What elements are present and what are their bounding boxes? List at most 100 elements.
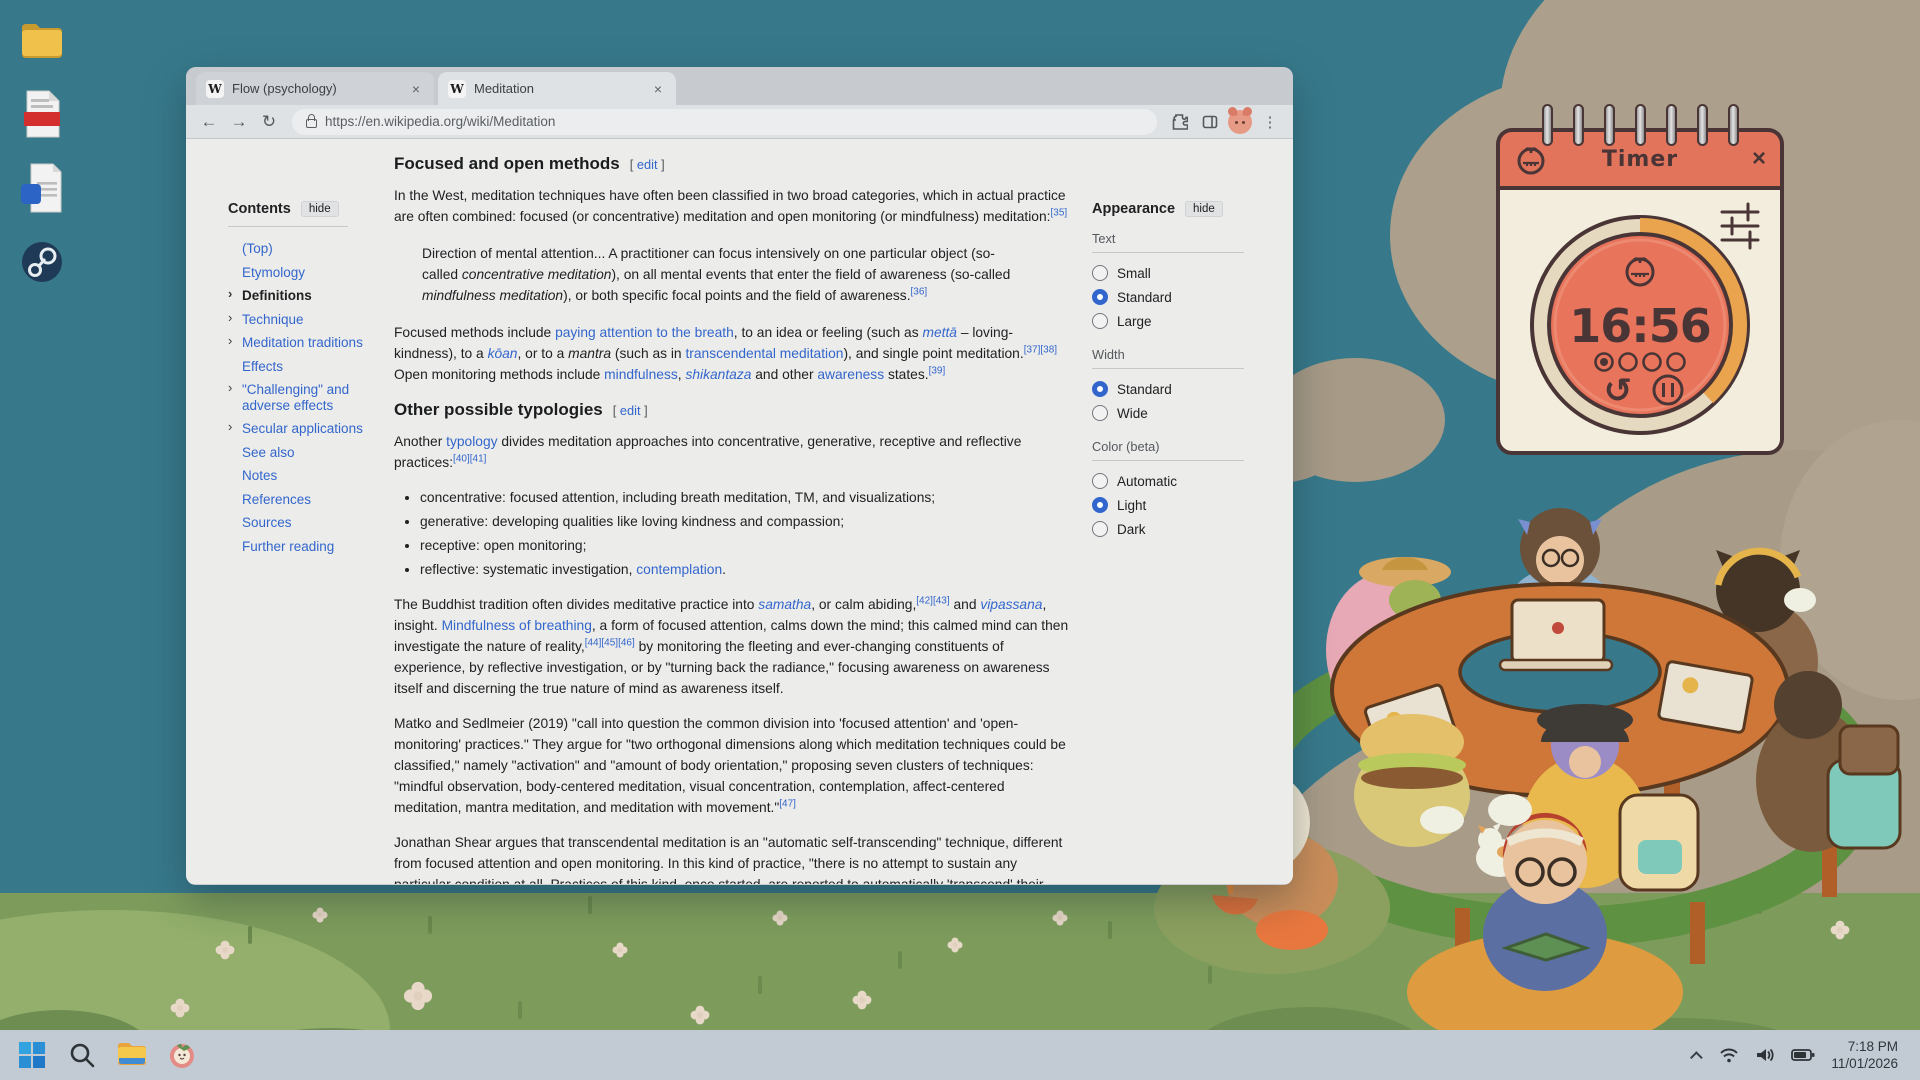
radio-selected-icon[interactable] [1092,289,1108,305]
toc-item-further-reading[interactable]: Further reading [228,535,384,559]
search-icon[interactable] [62,1035,102,1075]
article-link[interactable]: typology [446,434,497,449]
article-link[interactable]: mindfulness [604,367,678,382]
article-link[interactable]: mettā [922,325,957,340]
taskbar-clock[interactable]: 7:18 PM 11/01/2026 [1831,1038,1898,1072]
toc-link[interactable]: Notes [242,468,277,483]
url-bar[interactable]: https://en.wikipedia.org/wiki/Meditation [292,109,1157,135]
reference[interactable]: [42][43] [916,595,949,606]
toc-item-secular-applications[interactable]: › Secular applications [228,417,384,441]
radio-option-standard[interactable]: Standard [1092,377,1244,401]
reference[interactable]: [35] [1050,207,1067,218]
toc-item-challenging-and-adverse-effects[interactable]: › "Challenging" and adverse effects [228,378,384,417]
reference-link[interactable]: [40][41] [453,453,486,464]
radio-icon[interactable] [1092,473,1108,489]
article-link[interactable]: contemplation [636,562,722,577]
reference-link[interactable]: [47] [779,798,796,809]
timer-close-icon[interactable]: × [1752,147,1766,171]
radio-icon[interactable] [1092,521,1108,537]
toc-expand-icon[interactable]: › [228,287,232,302]
radio-option-large[interactable]: Large [1092,309,1244,333]
reference[interactable]: [47] [779,798,796,809]
toc-link[interactable]: (Top) [242,241,273,256]
reference-link[interactable]: [36] [911,286,928,297]
toc-link[interactable]: Etymology [242,265,305,280]
toc-expand-icon[interactable]: › [228,334,232,349]
article-link[interactable]: samatha [758,597,811,612]
radio-option-standard[interactable]: Standard [1092,285,1244,309]
battery-icon[interactable] [1791,1048,1815,1062]
reference[interactable]: [36] [911,286,928,297]
toc-link[interactable]: Further reading [242,539,334,554]
article-link[interactable]: transcendental meditation [685,346,843,361]
toc-item-etymology[interactable]: Etymology [228,261,384,285]
radio-icon[interactable] [1092,313,1108,329]
article-link[interactable]: kōan [488,346,518,361]
radio-icon[interactable] [1092,405,1108,421]
toc-item-meditation-traditions[interactable]: › Meditation traditions [228,331,384,355]
toc-link[interactable]: Secular applications [242,421,363,436]
side-panel-icon[interactable] [1197,109,1223,135]
appearance-hide-button[interactable]: hide [1185,201,1223,217]
tab-close-icon[interactable]: × [650,80,666,98]
toc-item-references[interactable]: References [228,488,384,512]
radio-option-wide[interactable]: Wide [1092,401,1244,425]
reference[interactable]: [37][38] [1024,344,1057,355]
back-icon[interactable]: ← [196,109,222,135]
reference-link[interactable]: [39] [929,365,946,376]
toc-link[interactable]: References [242,492,311,507]
radio-icon[interactable] [1092,265,1108,281]
tab-close-icon[interactable]: × [408,80,424,98]
tray-chevron-icon[interactable] [1694,1051,1703,1060]
toc-item-sources[interactable]: Sources [228,511,384,535]
toc-item-see-also[interactable]: See also [228,441,384,465]
reload-icon[interactable]: ↻ [256,109,282,135]
tab-flow-psychology[interactable]: W Flow (psychology) × [196,72,434,105]
radio-option-automatic[interactable]: Automatic [1092,469,1244,493]
toc-item-technique[interactable]: › Technique [228,308,384,332]
reference-link[interactable]: [35] [1050,207,1067,218]
article-link[interactable]: shikantaza [685,367,751,382]
toc-link[interactable]: Technique [242,312,304,327]
toc-link[interactable]: "Challenging" and adverse effects [242,382,349,413]
toc-link[interactable]: Effects [242,359,283,374]
radio-selected-icon[interactable] [1092,497,1108,513]
toc-expand-icon[interactable]: › [228,311,232,326]
forward-icon[interactable]: → [226,109,252,135]
article-link[interactable]: vipassana [980,597,1042,612]
extensions-icon[interactable] [1167,109,1193,135]
file-explorer-icon[interactable] [112,1035,152,1075]
toc-link[interactable]: Meditation traditions [242,335,363,350]
toc-item-definitions[interactable]: ›Definitions [228,284,384,308]
wifi-icon[interactable] [1719,1047,1739,1063]
start-button[interactable] [12,1035,52,1075]
menu-kebab-icon[interactable]: ⋮ [1257,109,1283,135]
contents-hide-button[interactable]: hide [301,201,339,217]
toc-link[interactable]: See also [242,445,295,460]
toc-expand-icon[interactable]: › [228,420,232,435]
reference[interactable]: [39] [929,365,946,376]
folder-icon[interactable] [18,16,66,64]
toc-expand-icon[interactable]: › [228,381,232,396]
word-document-icon[interactable] [18,164,66,212]
reference[interactable]: [40][41] [453,453,486,464]
article-link[interactable]: Mindfulness of breathing [442,618,592,633]
reference-link[interactable]: [44][45][46] [585,637,635,648]
article-link[interactable]: paying attention to the breath [555,325,734,340]
restart-icon[interactable]: ↺ [1604,371,1633,411]
radio-option-small[interactable]: Small [1092,261,1244,285]
toc-item-effects[interactable]: Effects [228,355,384,379]
radio-option-dark[interactable]: Dark [1092,517,1244,541]
toc-link[interactable]: Sources [242,515,292,530]
tab-meditation[interactable]: W Meditation × [438,72,676,105]
timer-settings-icon[interactable] [1722,204,1758,248]
profile-avatar[interactable] [1227,109,1253,135]
pomodoro-app-icon[interactable] [162,1035,202,1075]
edit-link[interactable]: edit [620,403,641,418]
volume-icon[interactable] [1755,1047,1775,1063]
toc-item-notes[interactable]: Notes [228,464,384,488]
reference[interactable]: [44][45][46] [585,637,635,648]
reference-link[interactable]: [42][43] [916,595,949,606]
radio-option-light[interactable]: Light [1092,493,1244,517]
radio-selected-icon[interactable] [1092,381,1108,397]
